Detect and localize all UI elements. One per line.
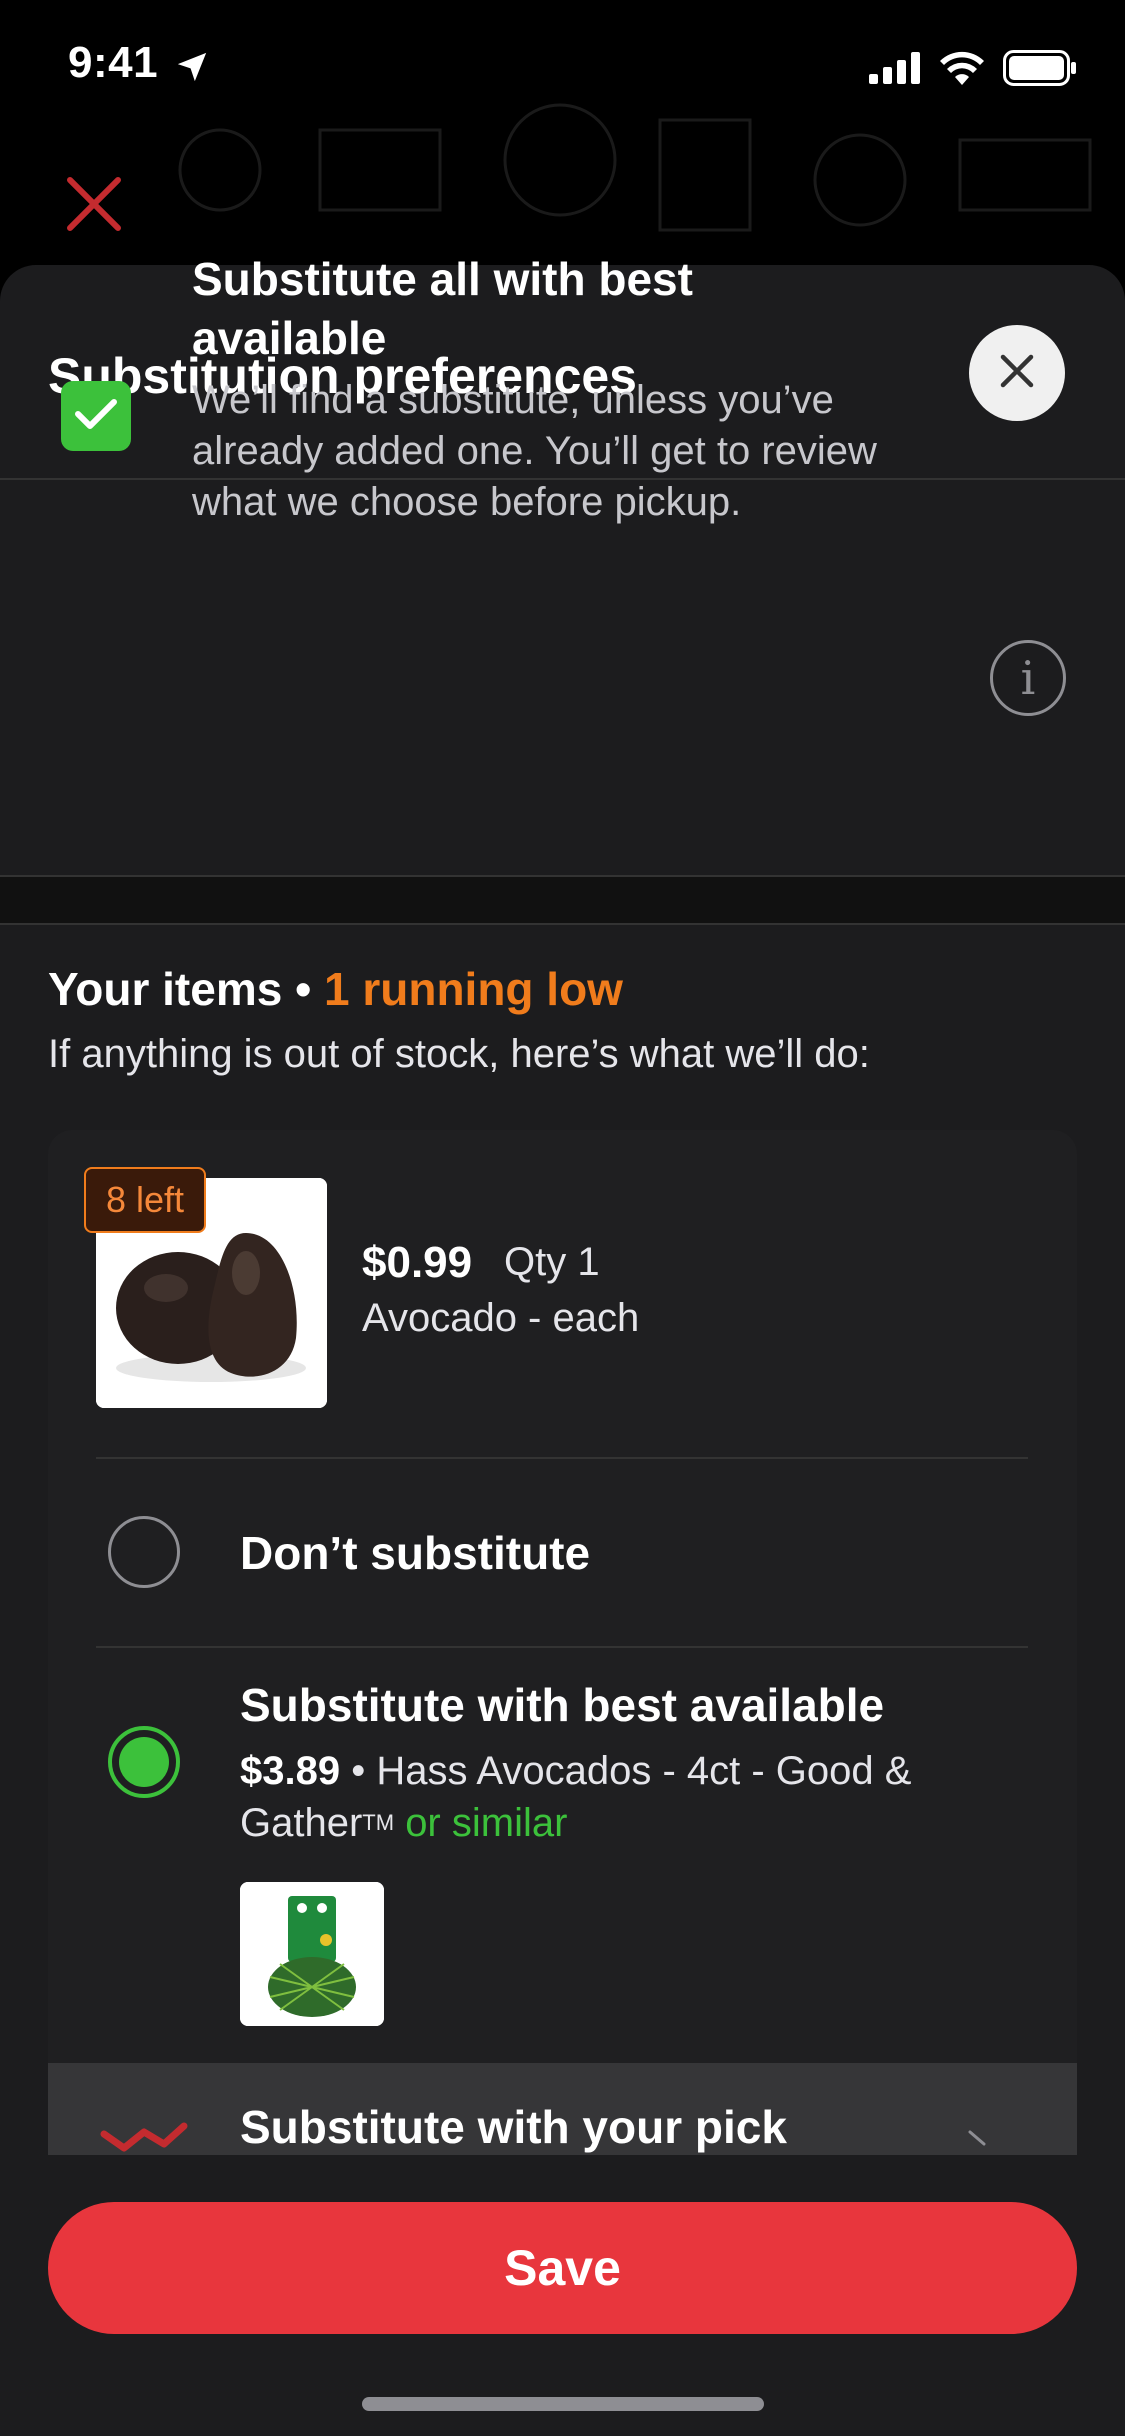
stock-badge: 8 left: [84, 1167, 207, 1233]
substitute-all-title: Substitute all with best available: [192, 253, 693, 364]
items-subtitle: If anything is out of stock, here’s what…: [48, 1032, 870, 1076]
close-button[interactable]: [969, 325, 1065, 421]
your-pick-label[interactable]: Substitute with your pick: [240, 2100, 787, 2154]
product-name: Avocado - each: [362, 1296, 640, 1340]
info-icon[interactable]: i: [990, 640, 1066, 716]
substitute-product-name: Hass Avocados - 4ct - Good & Gather: [240, 1749, 912, 1845]
best-available-label[interactable]: Substitute with best available: [240, 1678, 884, 1732]
close-icon: [997, 351, 1037, 396]
background-close-icon[interactable]: [62, 172, 126, 236]
best-available-radio[interactable]: [108, 1726, 180, 1798]
substitute-separator: •: [351, 1749, 366, 1793]
items-heading: Your items • 1 running low: [48, 962, 623, 1016]
radio-selected-dot: [119, 1737, 169, 1787]
items-title: Your items: [48, 963, 283, 1015]
trademark-mark: TM: [362, 1810, 395, 1835]
items-separator: •: [295, 963, 312, 1015]
dont-substitute-label[interactable]: Don’t substitute: [240, 1526, 590, 1580]
divider: [96, 1646, 1028, 1648]
substitute-product-image: [240, 1882, 384, 2026]
running-low-label: 1 running low: [323, 963, 623, 1015]
best-available-description: $3.89 • Hass Avocados - 4ct - Good & Gat…: [240, 1745, 1000, 1849]
substitute-price: $3.89: [240, 1749, 341, 1793]
home-indicator: [362, 2397, 764, 2411]
dont-substitute-radio[interactable]: [108, 1516, 180, 1588]
divider: [96, 1457, 1028, 1459]
product-quantity: Qty 1: [504, 1240, 600, 1284]
save-button[interactable]: Save: [48, 2202, 1077, 2334]
substitute-all-description: We’ll find a substitute, unless you’ve a…: [192, 378, 877, 524]
section-divider: [0, 875, 1125, 925]
substitute-all-checkbox[interactable]: [61, 381, 131, 451]
or-similar-label: or similar: [405, 1801, 568, 1845]
product-price: $0.99: [362, 1238, 473, 1287]
checkmark-icon: [74, 396, 118, 437]
background-pattern: [140, 60, 1125, 260]
